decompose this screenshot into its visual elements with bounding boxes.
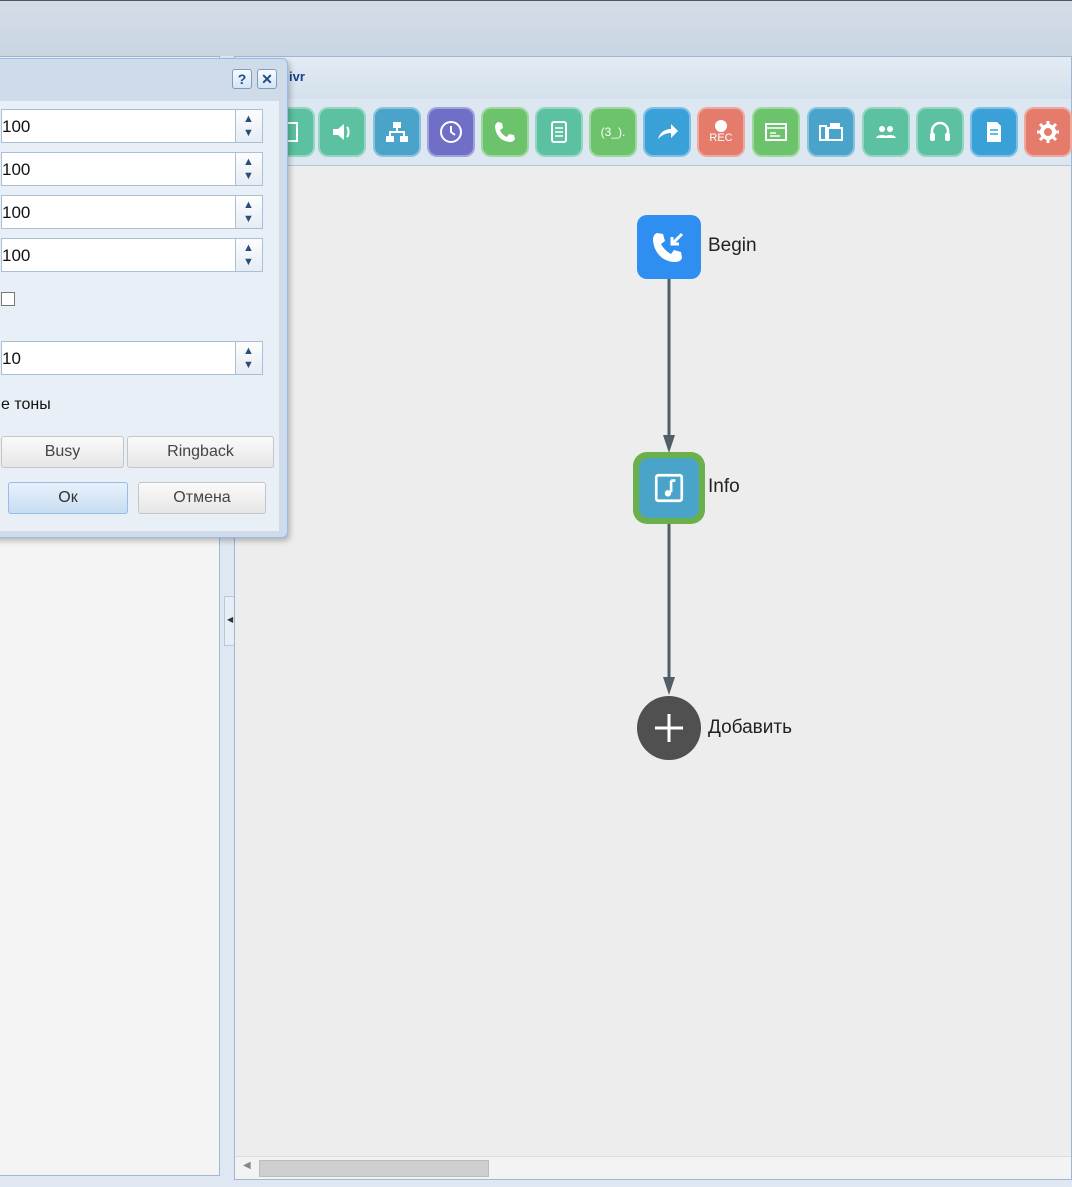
script-block-button[interactable]	[970, 107, 1018, 157]
card-block-button[interactable]	[752, 107, 800, 157]
app-top-band	[0, 0, 1072, 56]
info-node-inner	[639, 458, 699, 518]
ringback-tone-label: Ringback	[167, 443, 234, 460]
group-icon	[876, 126, 896, 138]
editor-header: ivr	[235, 57, 1071, 100]
number-field-3-value: 100	[2, 203, 31, 222]
dialog-body: 100 ▲ ▼ 100 ▲ ▼ 100 ▲ ▼ 100 ▲ ▼ 10 ▲ ▼ е тоны…	[0, 101, 279, 531]
help-icon: ?	[237, 71, 247, 87]
cancel-button[interactable]: Отмена	[138, 482, 266, 514]
music-note-icon	[654, 473, 684, 503]
phone-icon	[495, 122, 515, 142]
goto-block-button[interactable]: (3_).	[589, 107, 637, 157]
number-field-1[interactable]: 100 ▲ ▼	[1, 109, 263, 143]
number-field-1-spinner[interactable]: ▲ ▼	[235, 110, 262, 142]
number-field-1-value: 100	[2, 117, 31, 136]
dial-block-button[interactable]	[481, 107, 529, 157]
flow-connectors	[663, 279, 675, 695]
ok-label: Ок	[58, 489, 78, 506]
fax-icon	[819, 123, 843, 141]
info-node[interactable]	[633, 452, 705, 524]
scrollbar-thumb[interactable]	[259, 1160, 489, 1177]
cancel-label: Отмена	[173, 489, 231, 506]
headset-icon	[930, 121, 950, 141]
settings-block-button[interactable]	[1024, 107, 1072, 157]
help-button[interactable]: ?	[232, 69, 252, 89]
close-button[interactable]: ✕	[257, 69, 277, 89]
number-field-2-spinner[interactable]: ▲ ▼	[235, 153, 262, 185]
ringback-tone-button[interactable]: Ringback	[127, 436, 274, 468]
add-block-label: Добавить	[708, 717, 792, 738]
busy-tone-label: Busy	[44, 443, 81, 460]
speaker-icon	[333, 124, 350, 140]
scroll-left-icon[interactable]: ◀	[243, 1160, 251, 1171]
forward-arrow-icon	[658, 124, 678, 139]
group-block-button[interactable]	[862, 107, 910, 157]
info-node-label: Info	[708, 476, 740, 497]
record-dot-icon	[715, 120, 727, 132]
block-toolbar: (3_). REC	[235, 99, 1072, 166]
script-icon	[987, 122, 1001, 142]
contacts-icon	[551, 121, 567, 143]
playback-block-button[interactable]	[318, 107, 366, 157]
time-block-button[interactable]	[427, 107, 475, 157]
card-icon	[765, 123, 787, 141]
record-block-button[interactable]: REC	[697, 107, 745, 157]
tones-section-label: е тоны	[1, 396, 51, 413]
add-block-button[interactable]	[637, 696, 701, 760]
chevron-left-icon: ◀	[227, 615, 234, 624]
number-field-2-value: 100	[2, 160, 31, 179]
clock-icon	[440, 121, 462, 143]
close-icon: ✕	[261, 70, 273, 87]
timeout-field[interactable]: 10 ▲ ▼	[1, 341, 263, 375]
routing-block-button[interactable]	[373, 107, 421, 157]
begin-node[interactable]	[637, 215, 701, 279]
begin-node-label: Begin	[708, 235, 757, 256]
busy-tone-button[interactable]: Busy	[1, 436, 124, 468]
ok-button[interactable]: Ок	[8, 482, 128, 514]
dialog-header: ? ✕	[0, 59, 287, 101]
number-field-2[interactable]: 100 ▲ ▼	[1, 152, 263, 186]
editor-title: ivr	[289, 69, 305, 84]
info-settings-dialog: ? ✕ 100 ▲ ▼ 100 ▲ ▼ 100 ▲ ▼ 100 ▲ ▼ 10 ▲ ▼ е …	[0, 58, 288, 538]
timeout-field-value: 10	[2, 349, 21, 368]
number-field-4-value: 100	[2, 246, 31, 265]
plus-icon	[655, 714, 683, 742]
incoming-call-icon	[653, 232, 684, 262]
contacts-block-button[interactable]	[535, 107, 583, 157]
fax-block-button[interactable]	[807, 107, 855, 157]
forward-block-button[interactable]	[643, 107, 691, 157]
option-checkbox[interactable]	[1, 292, 15, 306]
operator-block-button[interactable]	[916, 107, 964, 157]
bottom-band	[0, 1176, 220, 1187]
horizontal-scrollbar[interactable]: ◀	[235, 1156, 1071, 1179]
number-field-3-spinner[interactable]: ▲ ▼	[235, 196, 262, 228]
number-field-3[interactable]: 100 ▲ ▼	[1, 195, 263, 229]
ellipsis-label: (3_).	[600, 125, 626, 139]
number-field-4[interactable]: 100 ▲ ▼	[1, 238, 263, 272]
rec-label: REC	[709, 132, 733, 144]
ivr-editor-panel: ivr (3_). REC Begin Info Добавить ◀	[234, 56, 1072, 1180]
network-icon	[386, 122, 408, 142]
timeout-field-spinner[interactable]: ▲ ▼	[235, 342, 262, 374]
number-field-4-spinner[interactable]: ▲ ▼	[235, 239, 262, 271]
gear-icon	[1037, 121, 1059, 143]
